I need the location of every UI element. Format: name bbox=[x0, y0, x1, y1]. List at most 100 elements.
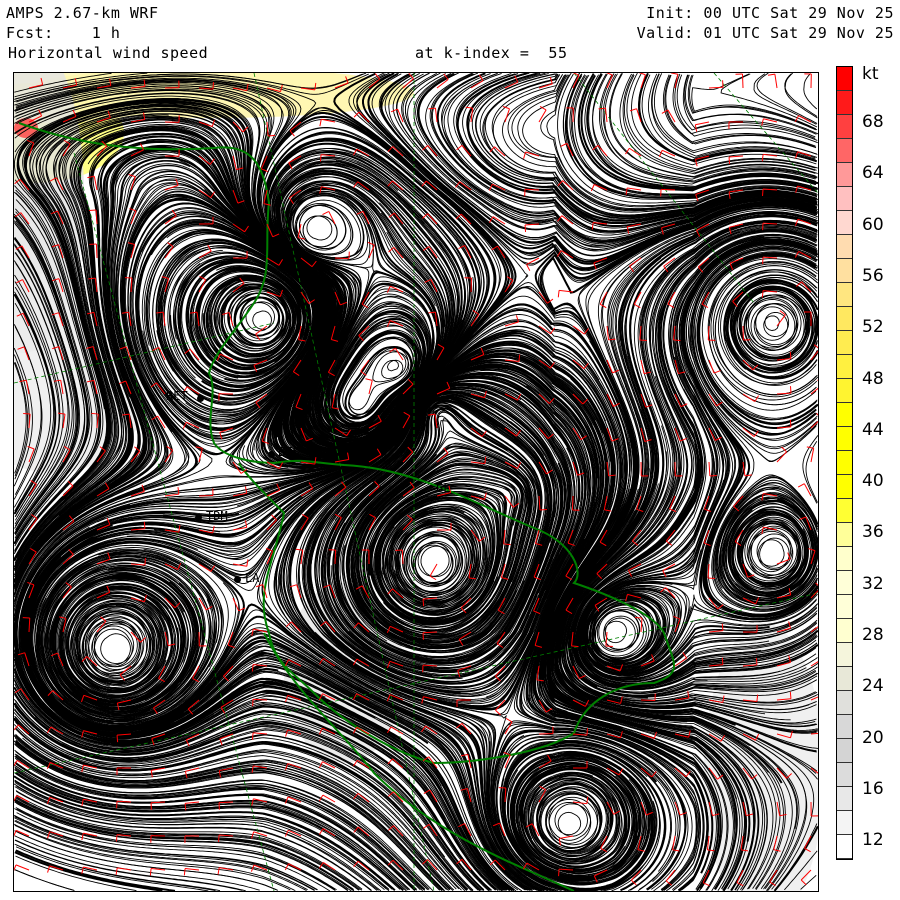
streamline bbox=[720, 73, 818, 128]
wind-barb bbox=[695, 121, 710, 126]
wind-barb bbox=[525, 151, 540, 157]
wind-barb bbox=[93, 176, 98, 191]
colorbar-swatch bbox=[837, 259, 852, 283]
forecast-hour: Fcst: 1 h bbox=[6, 24, 121, 42]
station-marker bbox=[195, 514, 202, 521]
wind-barb-flag bbox=[422, 599, 425, 607]
colorbar bbox=[836, 66, 853, 860]
colorbar-swatch bbox=[837, 139, 852, 163]
wind-barb bbox=[287, 763, 302, 769]
wind-barb bbox=[15, 864, 30, 871]
wind-barb-flag bbox=[797, 483, 805, 488]
wind-barb bbox=[334, 257, 350, 260]
wind-barb-flag bbox=[295, 548, 303, 551]
colorbar-swatch bbox=[837, 547, 852, 571]
colorbar-swatch bbox=[837, 283, 852, 307]
colorbar-tick-label: 20 bbox=[862, 727, 884, 748]
station-label: TDM bbox=[206, 509, 228, 523]
colorbar-swatch bbox=[837, 643, 852, 667]
wind-barb-flag bbox=[143, 521, 146, 529]
streamline-plot bbox=[14, 73, 818, 891]
colorbar-swatch bbox=[837, 307, 852, 331]
wind-barb bbox=[130, 563, 146, 566]
colorbar-tick-label: 68 bbox=[862, 112, 884, 132]
level-label: at k-index = 55 bbox=[415, 44, 568, 62]
wind-barb bbox=[571, 495, 574, 511]
wind-barb-flag bbox=[762, 188, 764, 196]
wind-barb bbox=[185, 868, 200, 871]
colorbar-swatch bbox=[837, 739, 852, 763]
colorbar-tick-label: 48 bbox=[862, 368, 884, 389]
wind-barb bbox=[708, 630, 723, 633]
wind-barb bbox=[429, 563, 438, 577]
wind-barb-flag bbox=[319, 119, 322, 127]
wind-barb-flag bbox=[115, 867, 118, 875]
wind-barb-flag bbox=[789, 691, 792, 699]
wind-barb-flag bbox=[150, 770, 153, 778]
wind-barb-flag bbox=[207, 244, 212, 252]
colorbar-swatch bbox=[837, 451, 852, 475]
wind-barb-flag bbox=[670, 73, 678, 75]
colorbar-swatch bbox=[837, 835, 852, 859]
wind-barb bbox=[185, 801, 200, 804]
wind-barb-flag bbox=[505, 717, 513, 723]
colorbar-tick-label: 36 bbox=[862, 522, 884, 543]
wind-barb-flag bbox=[694, 124, 698, 132]
wind-barb bbox=[660, 188, 676, 191]
colorbar-tick-label: 56 bbox=[862, 265, 884, 286]
wind-barb bbox=[604, 108, 608, 123]
wind-barb-flag bbox=[789, 351, 792, 359]
wind-barb-flag bbox=[761, 154, 764, 162]
init-time: Init: 00 UTC Sat 29 Nov 25 bbox=[646, 4, 894, 22]
wind-barb-flag bbox=[115, 834, 118, 842]
station-label: GL bbox=[436, 481, 451, 495]
streamline bbox=[691, 73, 816, 130]
wind-barb-flag bbox=[605, 645, 613, 648]
colorbar-tick-label: 64 bbox=[862, 163, 884, 184]
wind-barb-flag bbox=[761, 290, 764, 298]
colorbar-swatch bbox=[837, 91, 852, 115]
colorbar-tick-label: 52 bbox=[862, 317, 884, 338]
wind-barb-flag bbox=[212, 82, 215, 90]
station-marker bbox=[234, 576, 241, 583]
colorbar-swatch bbox=[837, 115, 852, 139]
colorbar-tick-label: 28 bbox=[862, 625, 884, 645]
wind-barb-flag bbox=[586, 728, 589, 736]
wind-barb-flag bbox=[767, 73, 775, 76]
colorbar-swatch bbox=[837, 787, 852, 811]
model-title: AMPS 2.67-km WRF bbox=[6, 4, 159, 22]
colorbar-swatch bbox=[837, 691, 852, 715]
wind-barb-flag bbox=[728, 157, 731, 165]
wind-barb bbox=[741, 73, 744, 89]
wind-barb-flag bbox=[789, 419, 792, 427]
wind-barb bbox=[334, 549, 337, 565]
wind-barb-flag bbox=[322, 211, 330, 216]
colorbar-swatch bbox=[837, 763, 852, 787]
station-label: LA bbox=[245, 571, 260, 585]
wind-barb-flag bbox=[713, 370, 721, 374]
wind-barb bbox=[218, 801, 234, 804]
wind-barb bbox=[253, 732, 268, 735]
wind-barb-flag bbox=[524, 224, 527, 233]
wind-barb bbox=[95, 243, 98, 259]
wind-barb-flag bbox=[428, 107, 436, 110]
colorbar-unit: kt bbox=[862, 64, 879, 84]
station-label: RET bbox=[166, 389, 188, 403]
wind-barb bbox=[708, 461, 711, 477]
wind-barb bbox=[776, 558, 791, 565]
station-marker bbox=[268, 451, 275, 458]
wind-barb-flag bbox=[639, 339, 647, 342]
streamline bbox=[802, 435, 818, 504]
wind-barb bbox=[708, 86, 724, 89]
station-marker bbox=[197, 395, 204, 402]
field-name: Horizontal wind speed bbox=[8, 44, 209, 62]
wind-barb-flag bbox=[755, 657, 758, 665]
colorbar-tick-label: 16 bbox=[862, 778, 884, 799]
wind-barb bbox=[434, 108, 438, 123]
streamline bbox=[648, 73, 816, 159]
colorbar-swatch bbox=[837, 211, 852, 235]
streamline bbox=[682, 74, 816, 138]
wind-barb-flag bbox=[91, 412, 99, 415]
wind-barb bbox=[774, 74, 778, 89]
station-label: BTS bbox=[278, 445, 300, 459]
